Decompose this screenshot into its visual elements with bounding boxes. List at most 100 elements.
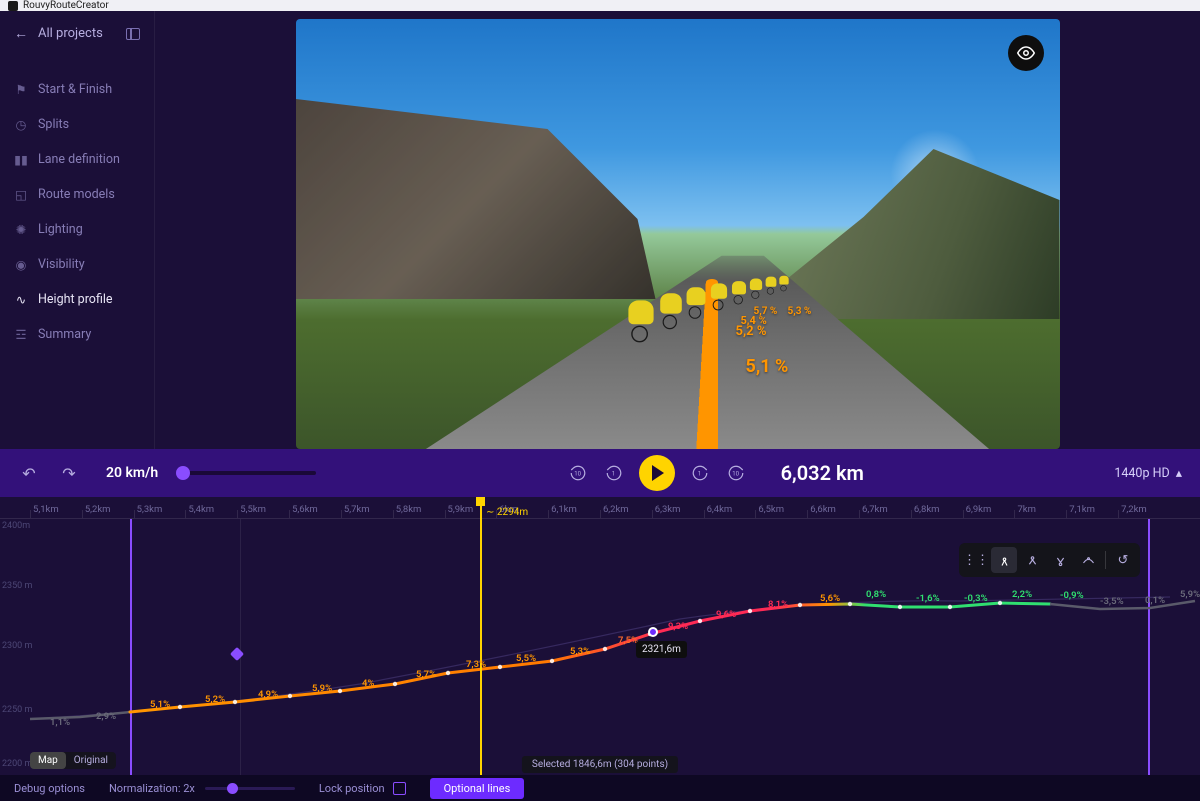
svg-text:1: 1 [697,470,700,477]
trend-icon: ∿ [14,293,28,307]
sidebar-item-label: Lighting [38,222,83,237]
checklist-icon: ☲ [14,328,28,342]
tool-reset[interactable]: ↺ [1110,547,1136,573]
sidebar-item-height-profile[interactable]: ∿ Height profile [0,282,154,317]
chart-layer-toggle[interactable]: Map Original [30,752,116,769]
sidebar-item-lane-definition[interactable]: ▮▮ Lane definition [0,142,154,177]
ruler-tick: 7,1km [1066,510,1118,518]
all-projects-link[interactable]: All projects [38,26,103,41]
preview-visibility-toggle[interactable] [1008,35,1044,71]
layer-original[interactable]: Original [66,752,116,769]
gradient-overlay-label: 5,7 % [754,306,778,317]
os-titlebar: RouvyRouteCreator [0,0,1200,11]
gradient-segment-label: 5,6% [820,593,840,604]
ruler-tick: 6,7km [859,510,911,518]
sidebar-item-label: Lane definition [38,152,120,167]
sun-icon: ✺ [14,223,28,237]
y-axis-label: 2300 m [2,641,32,651]
app-icon [8,1,18,11]
sidebar-item-label: Visibility [38,257,85,272]
gradient-segment-label: -3,5% [1100,596,1124,607]
gradient-segment-label: 0,1% [1145,595,1165,606]
cube-icon: ◱ [14,188,28,202]
debug-options-label[interactable]: Debug options [14,782,85,795]
route-video-preview[interactable]: 5,1 % 5,2 % 5,4 % 5,7 % 5,3 % [296,19,1060,449]
jump-back-10-button[interactable]: 10 [567,462,589,484]
gradient-segment-label: 5,3% [570,646,590,657]
gradient-segment-label: 9,3% [668,621,688,632]
app-title: RouvyRouteCreator [23,0,109,11]
gradient-overlay-label: 5,3 % [788,306,812,317]
chevron-up-icon: ▴ [1176,465,1182,481]
sidebar: ← All projects ⚑Start & Finish◷Splits ▮▮ L… [0,11,155,449]
sidebar-item-visibility[interactable]: ◉ Visibility [0,247,154,282]
selection-info-label: Selected 1846,6m (304 points) [522,756,678,773]
tool-smooth[interactable] [1075,547,1101,573]
eye-icon: ◉ [14,258,28,272]
ruler-tick: 5,5km [237,510,289,518]
y-axis-label: 2400m [2,521,30,531]
ruler-tick: 7km [1014,510,1066,518]
ruler-tick: 7,2km [1118,510,1170,518]
speed-slider[interactable] [176,471,316,475]
video-preview-area: 5,1 % 5,2 % 5,4 % 5,7 % 5,3 % [155,11,1200,449]
debug-footer: Debug options Normalization: 2x Lock pos… [0,775,1200,801]
sidebar-item-summary[interactable]: ☲Summary [0,317,154,352]
optional-lines-button[interactable]: Optional lines [430,778,525,799]
sidebar-item-splits[interactable]: ◷Splits [0,107,154,142]
jump-back-1-button[interactable]: 1 [603,462,625,484]
gradient-segment-label: 7,3% [466,659,486,670]
sidebar-item-route-models[interactable]: ◱Route models [0,177,154,212]
gradient-segment-label: 1,1% [50,717,70,728]
tool-raise[interactable] [1019,547,1045,573]
elevation-chart[interactable]: 2400m 2350 m 2300 m 2250 m 2200 m ∼ 2294… [0,519,1200,775]
ruler-tick: 6,6km [807,510,859,518]
lock-position-checkbox[interactable] [393,782,406,795]
sidebar-item-label: Height profile [38,292,113,307]
ruler-tick: 5,2km [82,510,134,518]
ruler-tick: 6,8km [911,510,963,518]
normalization-slider[interactable] [205,787,295,790]
tool-lower[interactable] [1047,547,1073,573]
panel-toggle-icon[interactable] [126,28,140,40]
svg-text:1: 1 [611,470,614,477]
back-arrow-icon[interactable]: ← [14,25,28,42]
transport-bar: ↶ ↷ 20 km/h 10 1 1 10 6,032 km 1440p HD … [0,449,1200,497]
gradient-segment-label: 5,5% [516,653,536,664]
gradient-segment-label: -1,6% [916,593,940,604]
y-axis-label: 2200 m [2,759,32,769]
jump-fwd-10-button[interactable]: 10 [725,462,747,484]
jump-fwd-1-button[interactable]: 1 [689,462,711,484]
gradient-segment-label: 0,8% [866,589,886,600]
sidebar-item-label: Start & Finish [38,82,112,97]
svg-text:10: 10 [574,470,581,477]
gradient-segment-label: 2,2% [1012,589,1032,600]
gradient-segment-label: 4% [362,678,374,689]
road-icon: ▮▮ [14,153,28,167]
gradient-segment-label: 2,9% [96,711,116,722]
play-button[interactable] [639,455,675,491]
sidebar-item-label: Splits [38,117,69,132]
y-axis-label: 2250 m [2,705,32,715]
gradient-segment-label: 4,9% [258,689,278,700]
lock-position-label: Lock position [319,782,385,795]
tool-edit-point[interactable] [991,547,1017,573]
quality-selector[interactable]: 1440p HD ▴ [1114,465,1182,481]
sidebar-item-lighting[interactable]: ✺ Lighting [0,212,154,247]
layer-map[interactable]: Map [30,752,66,769]
gradient-segment-label: -0,9% [1060,590,1084,601]
selected-point-marker[interactable] [648,627,658,637]
gradient-segment-label: 5,9% [312,683,332,694]
redo-button[interactable]: ↷ [58,462,80,484]
playhead-cursor[interactable]: ∼ 2294m [480,497,482,775]
ruler-tick: 6,4km [704,510,756,518]
undo-button[interactable]: ↶ [18,462,40,484]
gradient-segment-label: 5,9% [1180,589,1200,600]
distance-ruler[interactable]: 5,1km5,2km5,3km5,4km5,5km5,6km5,7km5,8km… [0,497,1200,519]
ruler-tick: 5,3km [134,510,186,518]
ruler-tick: 6,1km [548,510,600,518]
sidebar-item-start-finish[interactable]: ⚑Start & Finish [0,72,154,107]
y-axis-label: 2350 m [2,581,32,591]
ruler-tick: 6,3km [652,510,704,518]
drag-handle-icon[interactable]: ⋮⋮ [963,547,989,573]
